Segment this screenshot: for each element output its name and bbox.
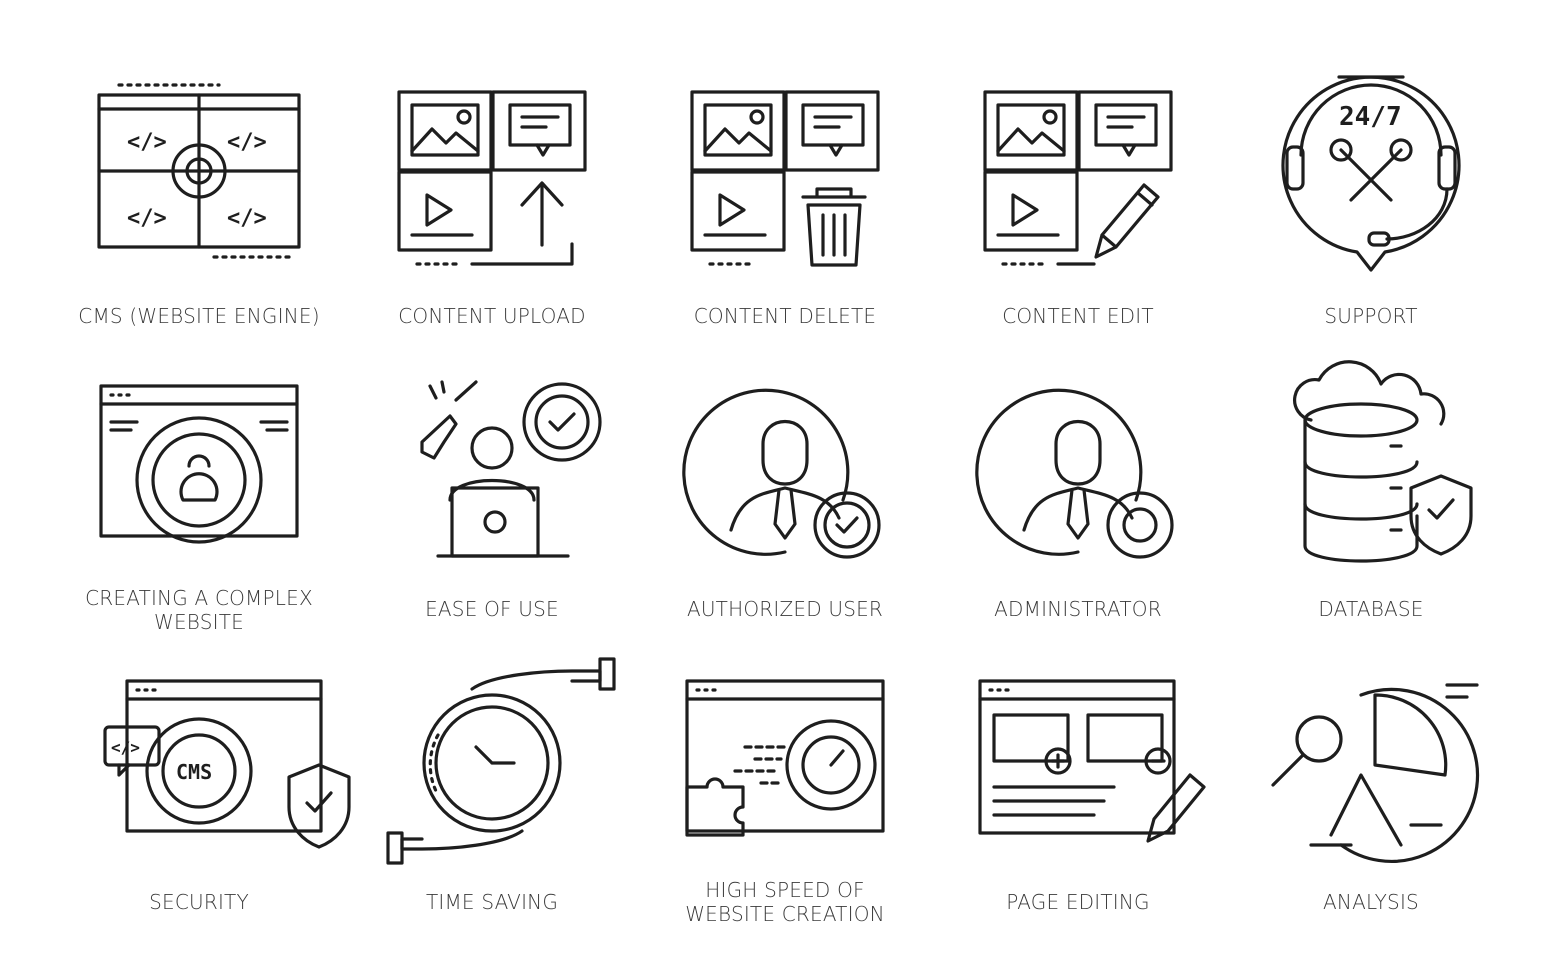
icon-cell-administrator: ADMINISTRATOR: [933, 360, 1223, 653]
icon-label: SUPPORT: [1324, 304, 1418, 328]
icon-cell-content-edit: CONTENT EDIT: [933, 65, 1223, 358]
icon-label: SECURITY: [149, 890, 249, 914]
icon-cell-analysis: ANALYSIS: [1226, 655, 1516, 948]
icon-cell-security: </> CMS SECURITY: [54, 655, 351, 948]
icon-cell-cms: </> </> </> </> CMS (WEBSITE ENGINE): [54, 65, 344, 358]
icon-label: TIME SAVING: [425, 890, 559, 914]
cms-icon: </> </> </> </>: [79, 65, 319, 285]
high-speed-website-icon: [665, 655, 905, 875]
icon-cell-high-speed: HIGH SPEED OF WEBSITE CREATION: [640, 655, 930, 948]
icon-label: PAGE EDITING: [1006, 890, 1150, 914]
icon-cell-page-editing: PAGE EDITING: [933, 655, 1223, 948]
icon-label: DATABASE: [1318, 597, 1424, 621]
svg-text:</>: </>: [127, 130, 167, 155]
icon-label: CONTENT EDIT: [1002, 304, 1154, 328]
svg-text:</>: </>: [227, 130, 267, 155]
icon-label: CMS (WEBSITE ENGINE): [78, 304, 320, 328]
icon-cell-complex-website: CREATING A COMPLEX WEBSITE: [54, 360, 344, 653]
svg-text:</>: </>: [227, 206, 267, 231]
icon-cell-time-saving: TIME SAVING: [347, 655, 637, 948]
icon-label: CONTENT DELETE: [693, 304, 877, 328]
security-icon: </> CMS: [79, 655, 351, 875]
icon-label: AUTHORIZED USER: [686, 597, 884, 621]
icon-cell-content-upload: CONTENT UPLOAD: [347, 65, 637, 358]
ease-of-use-icon: [372, 360, 612, 580]
analysis-icon: [1251, 655, 1491, 875]
icon-label: CREATING A COMPLEX WEBSITE: [85, 586, 313, 634]
database-icon: [1251, 360, 1491, 580]
icon-cell-support: 24/7 SUPPORT: [1226, 65, 1516, 358]
time-saving-clock-icon: [372, 655, 616, 875]
icon-cell-ease-of-use: EASE OF USE: [347, 360, 637, 653]
support-headset-icon: 24/7: [1251, 65, 1491, 285]
content-upload-icon: [372, 65, 612, 285]
svg-text:CMS: CMS: [176, 760, 212, 784]
svg-text:</>: </>: [111, 738, 140, 757]
icon-label: ADMINISTRATOR: [994, 597, 1162, 621]
administrator-icon: [958, 360, 1198, 580]
complex-website-icon: [79, 360, 319, 580]
icon-label: HIGH SPEED OF WEBSITE CREATION: [685, 878, 885, 926]
svg-text:</>: </>: [127, 206, 167, 231]
svg-text:24/7: 24/7: [1339, 102, 1402, 132]
icon-cell-database: DATABASE: [1226, 360, 1516, 653]
icon-cell-authorized-user: AUTHORIZED USER: [640, 360, 930, 653]
content-edit-icon: [958, 65, 1198, 285]
authorized-user-icon: [665, 360, 905, 580]
icon-label: CONTENT UPLOAD: [398, 304, 586, 328]
icon-cell-content-delete: CONTENT DELETE: [640, 65, 930, 358]
icon-label: EASE OF USE: [425, 597, 559, 621]
page-editing-icon: [958, 655, 1206, 875]
content-delete-icon: [665, 65, 905, 285]
icon-label: ANALYSIS: [1323, 890, 1419, 914]
